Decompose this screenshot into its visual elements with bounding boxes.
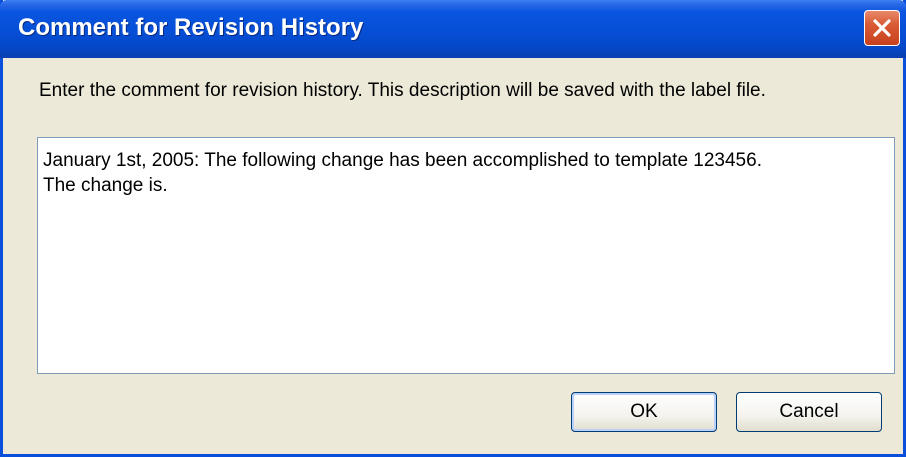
ok-button[interactable]: OK	[571, 392, 717, 432]
dialog-description: Enter the comment for revision history. …	[39, 80, 766, 101]
close-icon	[871, 17, 893, 39]
title-bar[interactable]: Comment for Revision History	[0, 0, 906, 58]
dialog-title: Comment for Revision History	[18, 14, 364, 41]
cancel-button[interactable]: Cancel	[736, 392, 882, 432]
close-button[interactable]	[864, 10, 900, 46]
comment-textarea[interactable]: January 1st, 2005: The following change …	[37, 137, 895, 374]
revision-comment-dialog: Comment for Revision History Enter the c…	[0, 0, 906, 457]
